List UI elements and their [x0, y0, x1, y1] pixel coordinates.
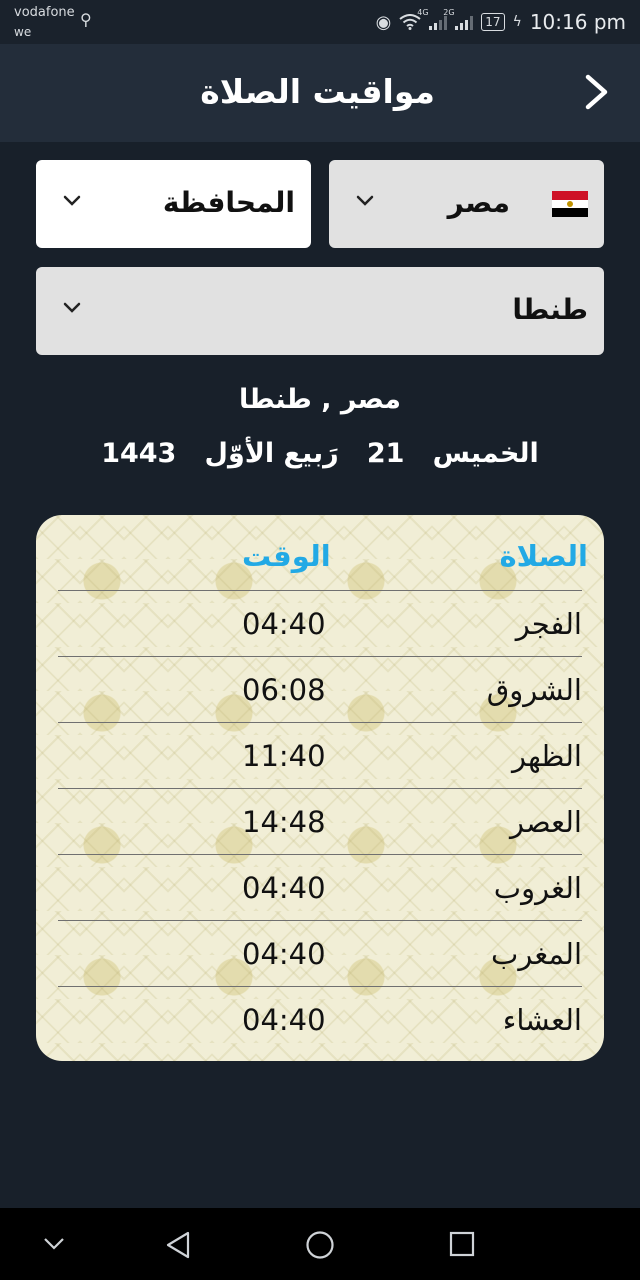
prayer-name: العصر — [509, 805, 582, 839]
prayer-time: 04:40 — [242, 937, 326, 971]
column-header-prayer: الصلاة — [499, 539, 588, 573]
hijri-day: الخميس — [432, 438, 539, 469]
country-value: مصر — [447, 186, 510, 219]
prayer-time: 04:40 — [242, 871, 326, 905]
usb-icon: ⚲ — [80, 10, 92, 29]
table-row: الفجر 04:40 — [58, 590, 582, 657]
governorate-placeholder: المحافظة — [162, 186, 295, 219]
governorate-select[interactable]: المحافظة — [36, 160, 311, 248]
network-type-label-secondary: 2G — [443, 8, 455, 17]
prayer-time: 04:40 — [242, 1003, 326, 1037]
table-row: العصر 14:48 — [58, 788, 582, 855]
hijri-year: 1443 — [101, 438, 177, 469]
carrier-name: vodafone — [14, 5, 75, 20]
back-triangle-icon[interactable] — [164, 1230, 192, 1260]
prayer-time: 04:40 — [242, 607, 326, 641]
prayer-times-table: الصلاة الوقت الفجر 04:40 الشروق 06:08 الظهر 1… — [36, 515, 604, 1061]
prayer-name: الفجر — [515, 607, 582, 641]
prayer-name: العشاء — [502, 1003, 582, 1037]
table-row: الغروب 04:40 — [58, 854, 582, 921]
system-nav-bar — [0, 1208, 640, 1280]
hijri-date: الخميس 21 رَبيع الأوّل 1443 — [0, 438, 640, 469]
chevron-down-icon — [63, 195, 81, 206]
column-header-time: الوقت — [242, 539, 331, 573]
chevron-down-icon[interactable] — [42, 1236, 66, 1252]
page-title: مواقيت الصلاة — [200, 72, 435, 111]
back-arrow-icon[interactable] — [578, 72, 614, 112]
prayer-name: الظهر — [511, 739, 582, 773]
network-type-label: 4G — [417, 8, 429, 17]
country-select[interactable]: مصر — [329, 160, 604, 248]
chevron-down-icon — [356, 195, 374, 206]
eye-icon: ◉ — [375, 11, 392, 33]
table-row: العشاء 04:40 — [58, 986, 582, 1053]
city-select[interactable]: طنطا — [36, 267, 604, 355]
table-row: الظهر 11:40 — [58, 722, 582, 789]
prayer-time: 14:48 — [242, 805, 326, 839]
egypt-flag-icon — [552, 191, 588, 217]
city-value: طنطا — [512, 293, 588, 326]
charging-icon: ϟ — [512, 14, 522, 30]
status-bar: vodafone we ⚲ ◉ 4G 2G 17 ϟ 10:16 pm — [0, 0, 640, 44]
table-row: الشروق 06:08 — [58, 656, 582, 723]
home-circle-icon[interactable] — [305, 1230, 335, 1260]
prayer-time: 11:40 — [242, 739, 326, 773]
carrier-name-secondary: we — [14, 25, 32, 39]
status-time: 10:16 pm — [529, 10, 626, 34]
prayer-name: المغرب — [491, 937, 582, 971]
recents-square-icon[interactable] — [449, 1231, 475, 1257]
chevron-down-icon — [63, 302, 81, 313]
hijri-month: رَبيع الأوّل — [204, 438, 339, 469]
battery-icon: 17 — [481, 13, 505, 31]
app-header: مواقيت الصلاة — [0, 44, 640, 142]
prayer-name: الغروب — [493, 871, 582, 905]
prayer-time: 06:08 — [242, 673, 326, 707]
location-label: مصر , طنطا — [238, 384, 402, 415]
battery-level: 17 — [485, 15, 501, 29]
prayer-name: الشروق — [486, 673, 582, 707]
hijri-day-number: 21 — [366, 438, 405, 469]
table-row: المغرب 04:40 — [58, 920, 582, 987]
signal-icon-secondary: 2G — [443, 8, 474, 30]
